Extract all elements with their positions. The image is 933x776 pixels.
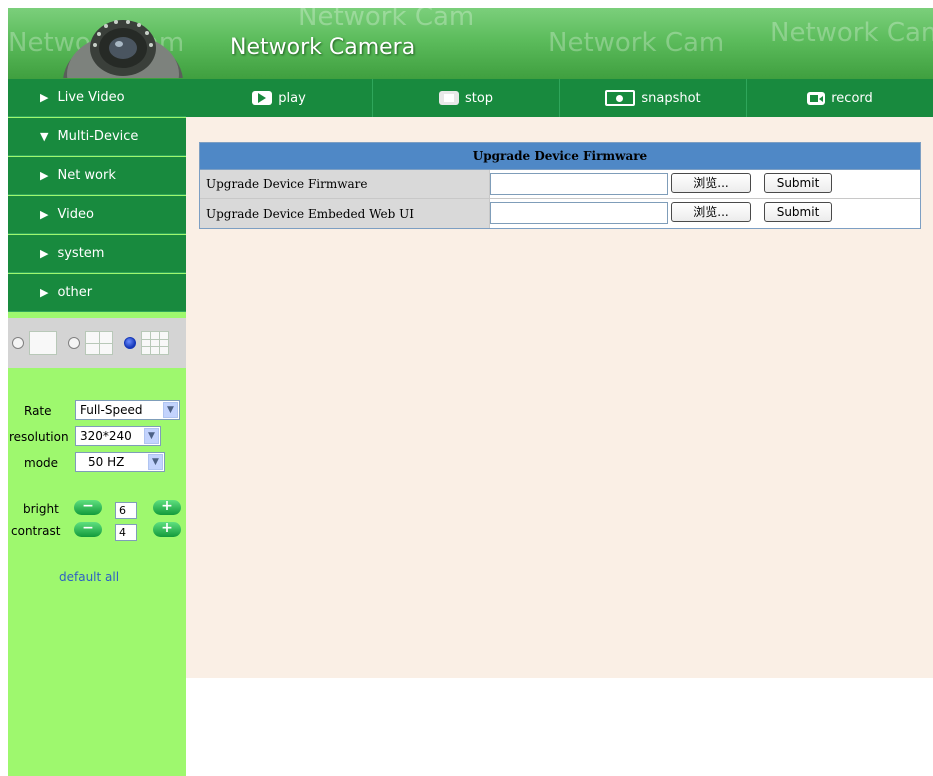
submit-button[interactable]: Submit	[764, 173, 832, 193]
view-layout-selector	[8, 318, 186, 368]
resolution-label: resolution	[9, 430, 69, 444]
quad-view-radio[interactable]	[68, 337, 80, 349]
sidebar-item-system[interactable]: ▶ system	[8, 235, 186, 273]
sidebar: ▶ Live Video ▼ Multi-Device ▶ Net work ▶…	[8, 79, 186, 776]
contrast-minus-button[interactable]: −	[74, 521, 102, 537]
stop-button[interactable]: stop	[373, 79, 560, 117]
table-row: Upgrade Device Embeded Web UI 浏览... Subm…	[200, 199, 920, 228]
firmware-upgrade-table: Upgrade Device Firmware Upgrade Device F…	[199, 142, 921, 229]
stop-label: stop	[464, 90, 494, 106]
watermark-text: Network Cam	[298, 8, 475, 32]
sidebar-item-label: Video	[57, 207, 94, 222]
single-view-icon	[29, 331, 57, 355]
arrow-right-icon: ▶	[40, 286, 49, 299]
rate-label: Rate	[24, 404, 52, 418]
chevron-down-icon: ▼	[148, 454, 163, 470]
chevron-down-icon: ▼	[144, 428, 159, 444]
firmware-row-controls: 浏览... Submit	[490, 170, 920, 198]
contrast-label: contrast	[11, 524, 61, 538]
arrow-right-icon: ▶	[40, 247, 49, 260]
main-content: Upgrade Device Firmware Upgrade Device F…	[186, 117, 933, 678]
arrow-down-icon: ▼	[40, 130, 49, 143]
sidebar-item-other[interactable]: ▶ other	[8, 274, 186, 312]
sidebar-item-label: other	[57, 285, 93, 300]
webui-row-label: Upgrade Device Embeded Web UI	[200, 199, 490, 228]
record-label: record	[831, 90, 873, 106]
toolbar: play stop snapshot record	[186, 79, 933, 117]
submit-button[interactable]: Submit	[764, 202, 832, 222]
sidebar-item-multi-device[interactable]: ▼ Multi-Device	[8, 118, 186, 156]
quad-view-icon	[85, 331, 113, 355]
contrast-plus-button[interactable]: +	[153, 521, 181, 537]
camera-icon	[605, 90, 636, 106]
rate-value: Full-Speed	[80, 403, 143, 417]
mode-label: mode	[24, 456, 59, 470]
firmware-row-label: Upgrade Device Firmware	[200, 170, 490, 198]
nine-view-radio[interactable]	[124, 337, 136, 349]
play-label: play	[278, 90, 306, 106]
page-title: Network Camera	[230, 35, 416, 60]
table-header: Upgrade Device Firmware	[200, 143, 920, 170]
snapshot-button[interactable]: snapshot	[560, 79, 747, 117]
record-button[interactable]: record	[747, 79, 933, 117]
watermark-text: Network Cam	[770, 18, 933, 48]
single-view-radio[interactable]	[12, 337, 24, 349]
sidebar-item-label: Net work	[57, 168, 116, 183]
mode-select[interactable]: 50 HZ ▼	[75, 452, 165, 472]
bright-value[interactable]: 6	[115, 502, 137, 519]
bright-minus-button[interactable]: −	[74, 499, 102, 515]
nine-view-icon	[141, 331, 169, 355]
play-icon	[252, 91, 273, 105]
bright-label: bright	[23, 502, 59, 516]
browse-button[interactable]: 浏览...	[671, 202, 751, 222]
video-camera-icon	[807, 91, 826, 105]
play-button[interactable]: play	[186, 79, 373, 117]
sidebar-item-label: Multi-Device	[57, 129, 139, 144]
table-row: Upgrade Device Firmware 浏览... Submit	[200, 170, 920, 199]
contrast-value[interactable]: 4	[115, 524, 137, 541]
camera-logo-icon	[63, 20, 183, 78]
arrow-right-icon: ▶	[40, 208, 49, 221]
snapshot-label: snapshot	[641, 90, 701, 106]
browse-button[interactable]: 浏览...	[671, 173, 751, 193]
resolution-value: 320*240	[80, 429, 132, 443]
chevron-down-icon: ▼	[163, 402, 178, 418]
webui-row-controls: 浏览... Submit	[490, 199, 920, 228]
mode-value: 50 HZ	[88, 455, 125, 469]
rate-select[interactable]: Full-Speed ▼	[75, 400, 180, 420]
header-banner: Network Cam Network Cam Network Cam Netw…	[8, 8, 933, 79]
sidebar-item-network[interactable]: ▶ Net work	[8, 157, 186, 195]
default-all-link[interactable]: default all	[59, 570, 119, 584]
sidebar-item-video[interactable]: ▶ Video	[8, 196, 186, 234]
resolution-select[interactable]: 320*240 ▼	[75, 426, 161, 446]
watermark-text: Network Cam	[548, 28, 725, 58]
bright-plus-button[interactable]: +	[153, 499, 181, 515]
arrow-right-icon: ▶	[40, 169, 49, 182]
sidebar-item-live-video[interactable]: ▶ Live Video	[8, 79, 186, 117]
firmware-file-input[interactable]	[490, 173, 668, 195]
sidebar-item-label: system	[57, 246, 105, 261]
sidebar-item-label: Live Video	[57, 90, 125, 105]
arrow-right-icon: ▶	[40, 91, 49, 104]
stop-icon	[438, 91, 459, 105]
webui-file-input[interactable]	[490, 202, 668, 224]
